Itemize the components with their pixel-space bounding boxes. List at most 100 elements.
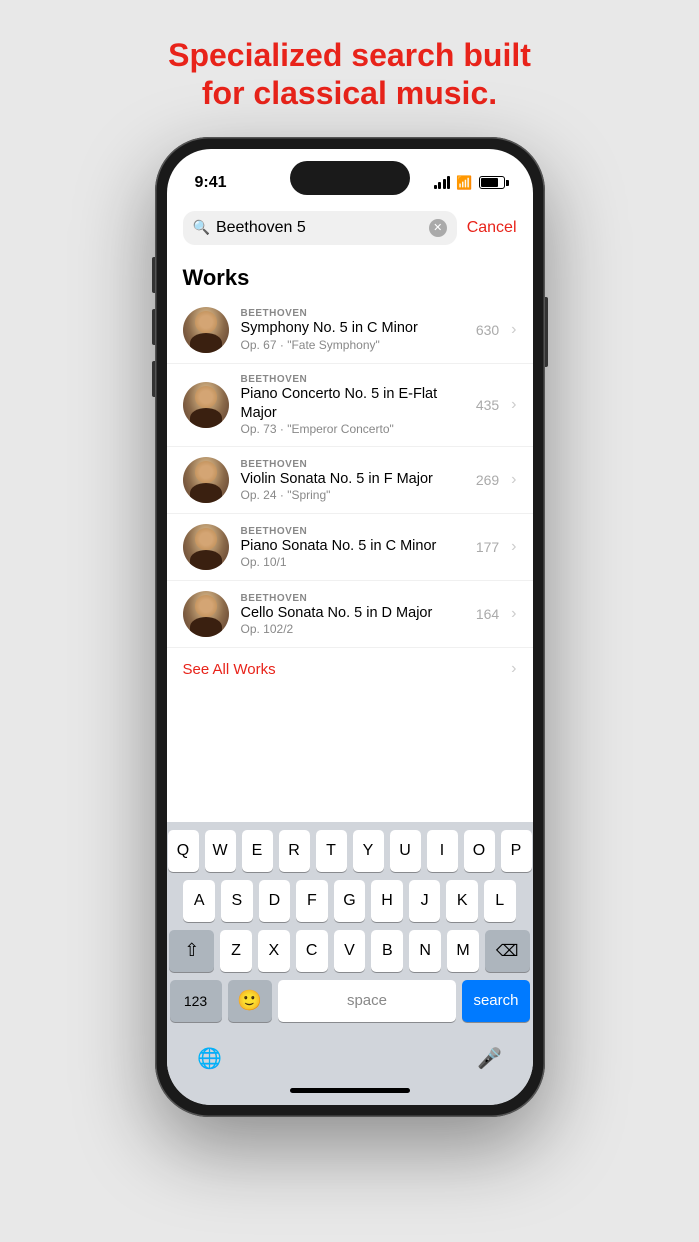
list-item[interactable]: BEETHOVEN Violin Sonata No. 5 in F Major… <box>167 447 533 514</box>
key-t[interactable]: T <box>316 830 347 872</box>
cancel-button[interactable]: Cancel <box>467 219 517 237</box>
keyboard-row-2: A S D F G H J K L <box>170 880 530 922</box>
composer-label: BEETHOVEN <box>241 374 464 385</box>
item-title: Piano Sonata No. 5 in C Minor <box>241 537 464 556</box>
composer-label: BEETHOVEN <box>241 593 464 604</box>
composer-label: BEETHOVEN <box>241 526 464 537</box>
key-a[interactable]: A <box>183 880 215 922</box>
chevron-right-icon: › <box>511 471 516 489</box>
item-subtitle: Op. 73 · "Emperor Concerto" <box>241 422 464 436</box>
key-l[interactable]: L <box>484 880 516 922</box>
chevron-right-icon: › <box>511 321 516 339</box>
see-all-label[interactable]: See All Works <box>183 661 276 678</box>
item-count: 435 <box>476 397 499 413</box>
search-key[interactable]: search <box>462 980 529 1022</box>
key-w[interactable]: W <box>205 830 236 872</box>
shift-key[interactable]: ⇧ <box>169 930 214 972</box>
key-n[interactable]: N <box>409 930 441 972</box>
item-count: 630 <box>476 322 499 338</box>
key-h[interactable]: H <box>371 880 403 922</box>
avatar <box>183 457 229 503</box>
mic-key[interactable]: 🎤 <box>470 1038 510 1080</box>
avatar <box>183 307 229 353</box>
key-d[interactable]: D <box>259 880 291 922</box>
item-subtitle: Op. 10/1 <box>241 555 464 569</box>
key-v[interactable]: V <box>334 930 366 972</box>
key-f[interactable]: F <box>296 880 328 922</box>
chevron-right-icon: › <box>511 396 516 414</box>
space-key[interactable]: space <box>278 980 457 1022</box>
item-title: Cello Sonata No. 5 in D Major <box>241 604 464 623</box>
chevron-right-icon: › <box>511 605 516 623</box>
key-o[interactable]: O <box>464 830 495 872</box>
home-bar <box>290 1088 410 1093</box>
keyboard-row-3: ⇧ Z X C V B N M ⌫ <box>170 930 530 972</box>
headline: Specialized search built for classical m… <box>128 0 571 137</box>
list-item[interactable]: BEETHOVEN Symphony No. 5 in C Minor Op. … <box>167 297 533 364</box>
key-y[interactable]: Y <box>353 830 384 872</box>
item-subtitle: Op. 24 · "Spring" <box>241 488 464 502</box>
composer-label: BEETHOVEN <box>241 459 464 470</box>
status-time: 9:41 <box>195 174 227 192</box>
item-info: BEETHOVEN Piano Concerto No. 5 in E-Flat… <box>241 374 464 437</box>
signal-icon <box>434 176 451 189</box>
avatar <box>183 382 229 428</box>
keyboard-bottom-row: 123 🙂 space search <box>170 980 530 1034</box>
item-count: 269 <box>476 472 499 488</box>
key-j[interactable]: J <box>409 880 441 922</box>
key-c[interactable]: C <box>296 930 328 972</box>
dynamic-island <box>290 161 410 195</box>
item-title: Piano Concerto No. 5 in E-Flat Major <box>241 385 464 423</box>
item-info: BEETHOVEN Symphony No. 5 in C Minor Op. … <box>241 308 464 352</box>
key-m[interactable]: M <box>447 930 479 972</box>
battery-icon <box>479 176 505 189</box>
key-q[interactable]: Q <box>168 830 199 872</box>
search-input-container[interactable]: 🔍 Beethoven 5 ✕ <box>183 211 457 245</box>
list-item[interactable]: BEETHOVEN Piano Concerto No. 5 in E-Flat… <box>167 364 533 448</box>
search-bar-row: 🔍 Beethoven 5 ✕ Cancel <box>167 203 533 253</box>
phone-screen: 9:41 📶 🔍 B <box>167 149 533 1105</box>
key-k[interactable]: K <box>446 880 478 922</box>
item-title: Symphony No. 5 in C Minor <box>241 319 464 338</box>
key-s[interactable]: S <box>221 880 253 922</box>
emoji-key[interactable]: 🙂 <box>228 980 272 1022</box>
section-header: Works <box>167 253 533 297</box>
status-icons: 📶 <box>434 175 505 191</box>
home-bar-area <box>170 1084 530 1101</box>
key-g[interactable]: G <box>334 880 366 922</box>
item-count: 164 <box>476 606 499 622</box>
clear-button[interactable]: ✕ <box>429 219 447 237</box>
key-z[interactable]: Z <box>220 930 252 972</box>
key-r[interactable]: R <box>279 830 310 872</box>
globe-key[interactable]: 🌐 <box>190 1038 230 1080</box>
keyboard-row-1: Q W E R T Y U I O P <box>170 830 530 872</box>
item-info: BEETHOVEN Violin Sonata No. 5 in F Major… <box>241 459 464 503</box>
key-b[interactable]: B <box>371 930 403 972</box>
key-p[interactable]: P <box>501 830 532 872</box>
search-icon: 🔍 <box>193 219 210 236</box>
item-info: BEETHOVEN Cello Sonata No. 5 in D Major … <box>241 593 464 637</box>
wifi-icon: 📶 <box>456 175 472 191</box>
item-subtitle: Op. 102/2 <box>241 622 464 636</box>
key-u[interactable]: U <box>390 830 421 872</box>
see-all-chevron-icon: › <box>511 660 516 678</box>
keyboard: Q W E R T Y U I O P A S D F G <box>167 822 533 1105</box>
results-container: Works BEETHOVEN Symphony No. 5 in C Mino… <box>167 253 533 822</box>
list-item[interactable]: BEETHOVEN Piano Sonata No. 5 in C Minor … <box>167 514 533 581</box>
key-e[interactable]: E <box>242 830 273 872</box>
composer-label: BEETHOVEN <box>241 308 464 319</box>
delete-key[interactable]: ⌫ <box>485 930 530 972</box>
chevron-right-icon: › <box>511 538 516 556</box>
item-info: BEETHOVEN Piano Sonata No. 5 in C Minor … <box>241 526 464 570</box>
phone-frame: 9:41 📶 🔍 B <box>155 137 545 1117</box>
key-i[interactable]: I <box>427 830 458 872</box>
item-count: 177 <box>476 539 499 555</box>
search-query[interactable]: Beethoven 5 <box>216 219 423 237</box>
list-item[interactable]: BEETHOVEN Cello Sonata No. 5 in D Major … <box>167 581 533 648</box>
avatar <box>183 591 229 637</box>
item-subtitle: Op. 67 · "Fate Symphony" <box>241 338 464 352</box>
avatar <box>183 524 229 570</box>
key-x[interactable]: X <box>258 930 290 972</box>
see-all-works-row[interactable]: See All Works › <box>167 648 533 690</box>
numbers-key[interactable]: 123 <box>170 980 222 1022</box>
